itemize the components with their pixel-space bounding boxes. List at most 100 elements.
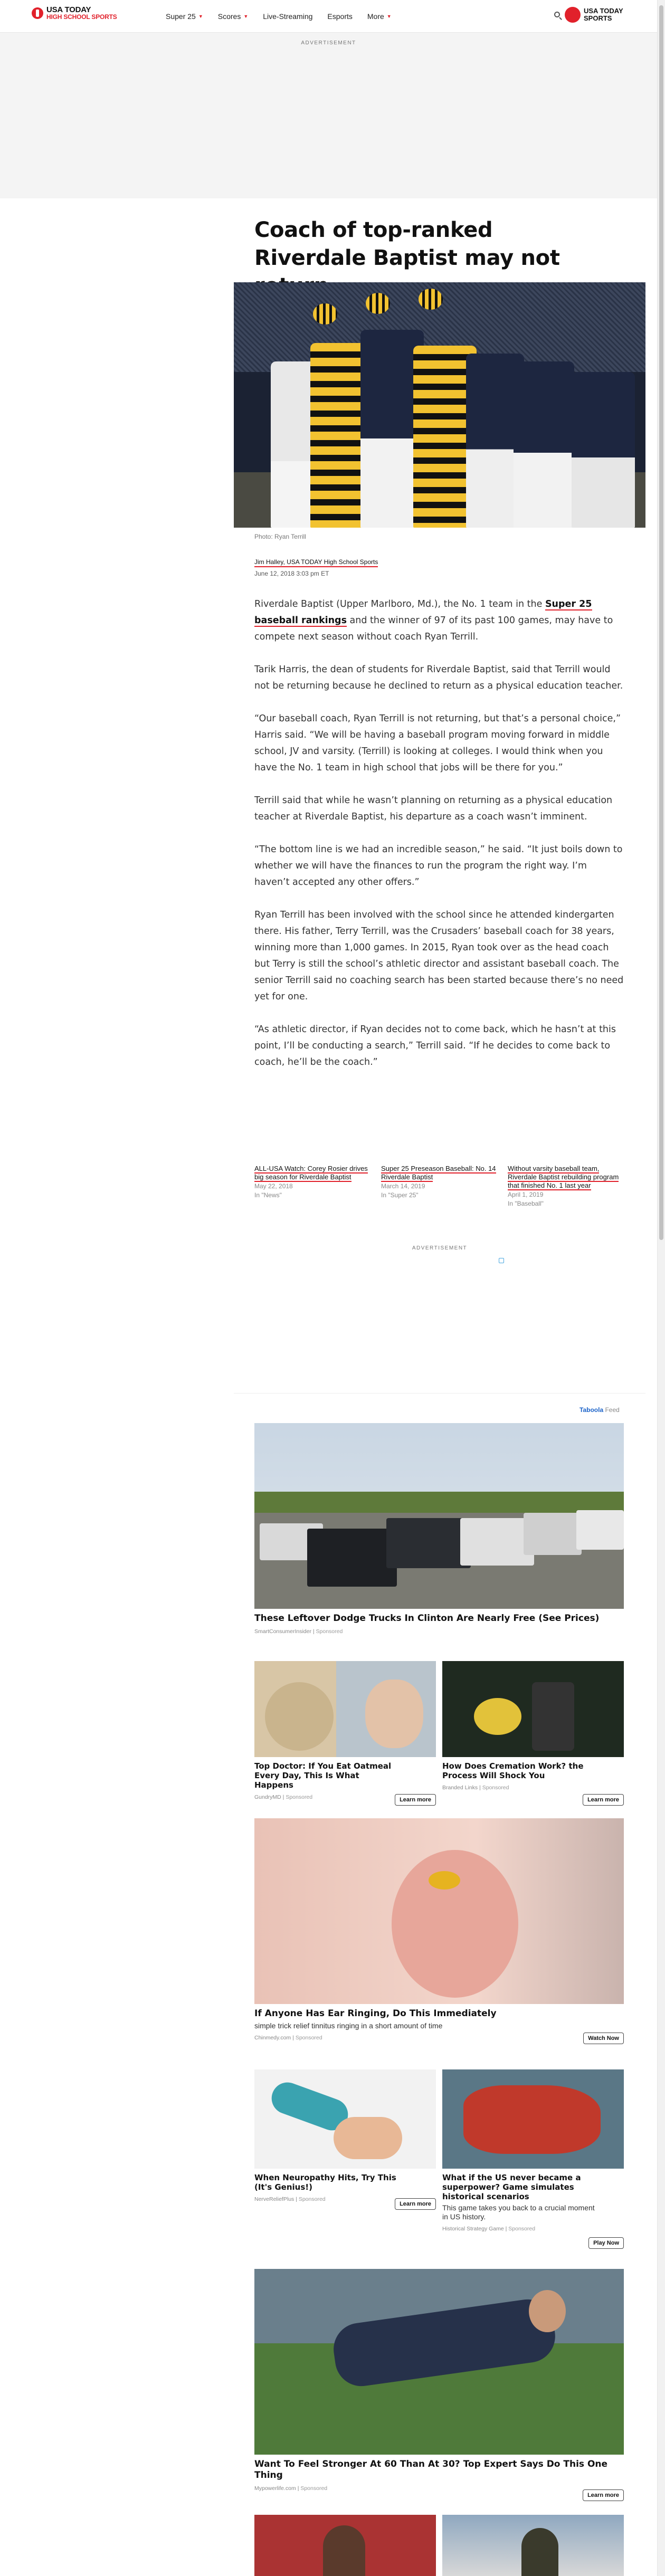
card-source: Mypowerlife.com | Sponsored — [254, 2485, 328, 2492]
related-category: In "News" — [254, 1191, 282, 1199]
learn-more-button[interactable]: Learn more — [583, 2489, 624, 2501]
sponsored-label: Sponsored — [298, 2196, 326, 2202]
play-now-button[interactable]: Play Now — [588, 2237, 624, 2249]
sponsored-row — [254, 2515, 624, 2576]
learn-more-button[interactable]: Learn more — [395, 2198, 436, 2210]
learn-more-button[interactable]: Learn more — [395, 1794, 436, 1806]
nav-label: More — [367, 12, 384, 21]
partner-line-1: USA TODAY — [584, 7, 623, 15]
related-category: In "Baseball" — [508, 1200, 544, 1207]
card-image — [254, 1661, 436, 1757]
card-description: simple trick relief tinnitus ringing in … — [254, 2021, 443, 2030]
nav-item-esports[interactable]: Esports — [320, 0, 359, 33]
sponsored-card[interactable] — [442, 2515, 624, 2576]
mid-advertisement[interactable]: ADVERTISEMENT — [234, 1245, 645, 1401]
logo-line-1: USA TODAY — [46, 5, 91, 14]
related-article-link[interactable]: ALL-USA Watch: Corey Rosier drives big s… — [254, 1165, 368, 1182]
usatoday-sports-logo[interactable]: USA TODAY SPORTS — [565, 7, 623, 23]
card-description: This game takes you back to a crucial mo… — [442, 2203, 595, 2221]
sponsored-card[interactable]: These Leftover Dodge Trucks In Clinton A… — [254, 1423, 624, 1635]
search-icon — [554, 12, 560, 17]
nav-item-more[interactable]: More ▼ — [360, 0, 399, 33]
card-title: Want To Feel Stronger At 60 Than At 30? … — [254, 2459, 608, 2480]
sponsored-label: Sponsored — [295, 2035, 322, 2041]
related-category: In "Super 25" — [381, 1191, 419, 1199]
chevron-down-icon: ▼ — [243, 14, 249, 19]
nav-label: Live-Streaming — [263, 12, 313, 21]
author-link[interactable]: Jim Halley, USA TODAY High School Sports — [254, 558, 378, 567]
photo-credit: Photo: Ryan Terrill — [254, 533, 306, 540]
adchoices-icon[interactable] — [499, 1258, 504, 1263]
nav-item-scores[interactable]: Scores ▼ — [211, 0, 256, 33]
card-image — [254, 2069, 436, 2169]
publish-date: June 12, 2018 3:03 pm ET — [254, 570, 329, 577]
main-nav: Super 25 ▼ Scores ▼ Live-Streaming Esports… — [158, 0, 399, 33]
paragraph: “As athletic director, if Ryan decides n… — [254, 1024, 616, 1067]
sponsored-label: Sponsored — [316, 1628, 343, 1635]
sponsored-card[interactable]: When Neuropathy Hits, Try This (It's Gen… — [254, 2069, 436, 2213]
card-title: Top Doctor: If You Eat Oatmeal Every Day… — [254, 1761, 392, 1790]
sponsored-card[interactable]: If Anyone Has Ear Ringing, Do This Immed… — [254, 1818, 624, 2046]
source-name: Historical Strategy Game — [442, 2226, 504, 2232]
watch-now-button[interactable]: Watch Now — [583, 2033, 624, 2044]
usatoday-logo-icon — [32, 7, 43, 19]
sponsored-card[interactable]: Want To Feel Stronger At 60 Than At 30? … — [254, 2269, 624, 2501]
card-source: Branded Links | Sponsored — [442, 1785, 509, 1791]
scrollbar-thumb[interactable] — [659, 5, 663, 1240]
card-source: Historical Strategy Game | Sponsored — [442, 2226, 536, 2232]
source-name: SmartConsumerInsider — [254, 1628, 311, 1635]
nav-item-live-streaming[interactable]: Live-Streaming — [255, 0, 320, 33]
sponsored-card[interactable]: Top Doctor: If You Eat Oatmeal Every Day… — [254, 1661, 436, 1809]
source-name: Chinmedy.com — [254, 2035, 291, 2041]
card-source: Chinmedy.com | Sponsored — [254, 2035, 322, 2041]
card-image — [254, 2269, 624, 2455]
taboola-logo: Taboola — [580, 1406, 604, 1414]
card-image — [442, 2069, 624, 2169]
sponsored-label: Sponsored — [300, 2485, 328, 2492]
related-article: Without varsity baseball team, Riverdale… — [508, 1165, 623, 1208]
byline: Jim Halley, USA TODAY High School Sports… — [234, 558, 645, 577]
card-title: What if the US never became a superpower… — [442, 2173, 581, 2201]
divider — [234, 1393, 645, 1394]
paragraph: Riverdale Baptist (Upper Marlboro, Md.),… — [254, 596, 624, 645]
card-title: If Anyone Has Ear Ringing, Do This Immed… — [254, 2008, 497, 2019]
card-title: These Leftover Dodge Trucks In Clinton A… — [254, 1613, 600, 1624]
top-advertisement[interactable]: ADVERTISEMENT — [0, 33, 657, 198]
nav-label: Scores — [217, 12, 241, 21]
paragraph: “Our baseball coach, Ryan Terrill is not… — [254, 713, 621, 773]
site-logo[interactable]: USA TODAY HIGH SCHOOL SPORTS — [32, 6, 117, 20]
logo-line-2: HIGH SCHOOL SPORTS — [46, 13, 117, 21]
usatoday-sports-logo-icon — [565, 7, 581, 23]
related-article: ALL-USA Watch: Corey Rosier drives big s… — [254, 1165, 369, 1208]
card-image — [254, 1423, 624, 1609]
nav-label: Super 25 — [166, 12, 196, 21]
sponsored-card[interactable]: What if the US never became a superpower… — [442, 2069, 624, 2249]
related-date: March 14, 2019 — [381, 1182, 425, 1190]
paragraph: Ryan Terrill has been involved with the … — [254, 910, 624, 1002]
related-articles: ALL-USA Watch: Corey Rosier drives big s… — [254, 1165, 624, 1208]
paragraph: Terrill said that while he wasn’t planni… — [254, 795, 613, 822]
page-scrollbar[interactable] — [657, 0, 665, 2576]
search-button[interactable] — [553, 11, 564, 21]
source-name: Mypowerlife.com — [254, 2485, 296, 2492]
chevron-down-icon: ▼ — [386, 14, 392, 19]
sponsored-label: Sponsored — [482, 1785, 509, 1791]
article-hero-photo — [234, 282, 645, 528]
related-article-link[interactable]: Without varsity baseball team, Riverdale… — [508, 1165, 619, 1190]
nav-item-super-25[interactable]: Super 25 ▼ — [158, 0, 211, 33]
paragraph: “The bottom line is we had an incredible… — [254, 844, 623, 888]
learn-more-button[interactable]: Learn more — [583, 1794, 624, 1806]
sponsored-label: Sponsored — [286, 1794, 313, 1800]
site-header: USA TODAY HIGH SCHOOL SPORTS Super 25 ▼ S… — [0, 0, 657, 33]
partner-line-2: SPORTS — [584, 14, 612, 22]
related-article-link[interactable]: Super 25 Preseason Baseball: No. 14 Rive… — [381, 1165, 496, 1182]
sponsored-row: Top Doctor: If You Eat Oatmeal Every Day… — [254, 1661, 624, 1809]
sponsored-card[interactable] — [254, 2515, 436, 2576]
related-article: Super 25 Preseason Baseball: No. 14 Rive… — [381, 1165, 496, 1208]
related-date: May 22, 2018 — [254, 1182, 293, 1190]
taboola-feed-brand[interactable]: Taboola Feed — [580, 1406, 620, 1414]
sponsored-label: Sponsored — [508, 2226, 536, 2232]
ad-label: ADVERTISEMENT — [412, 1245, 468, 1251]
sponsored-card[interactable]: How Does Cremation Work? the Process Wil… — [442, 1661, 624, 1809]
sponsored-row: When Neuropathy Hits, Try This (It's Gen… — [254, 2069, 624, 2249]
